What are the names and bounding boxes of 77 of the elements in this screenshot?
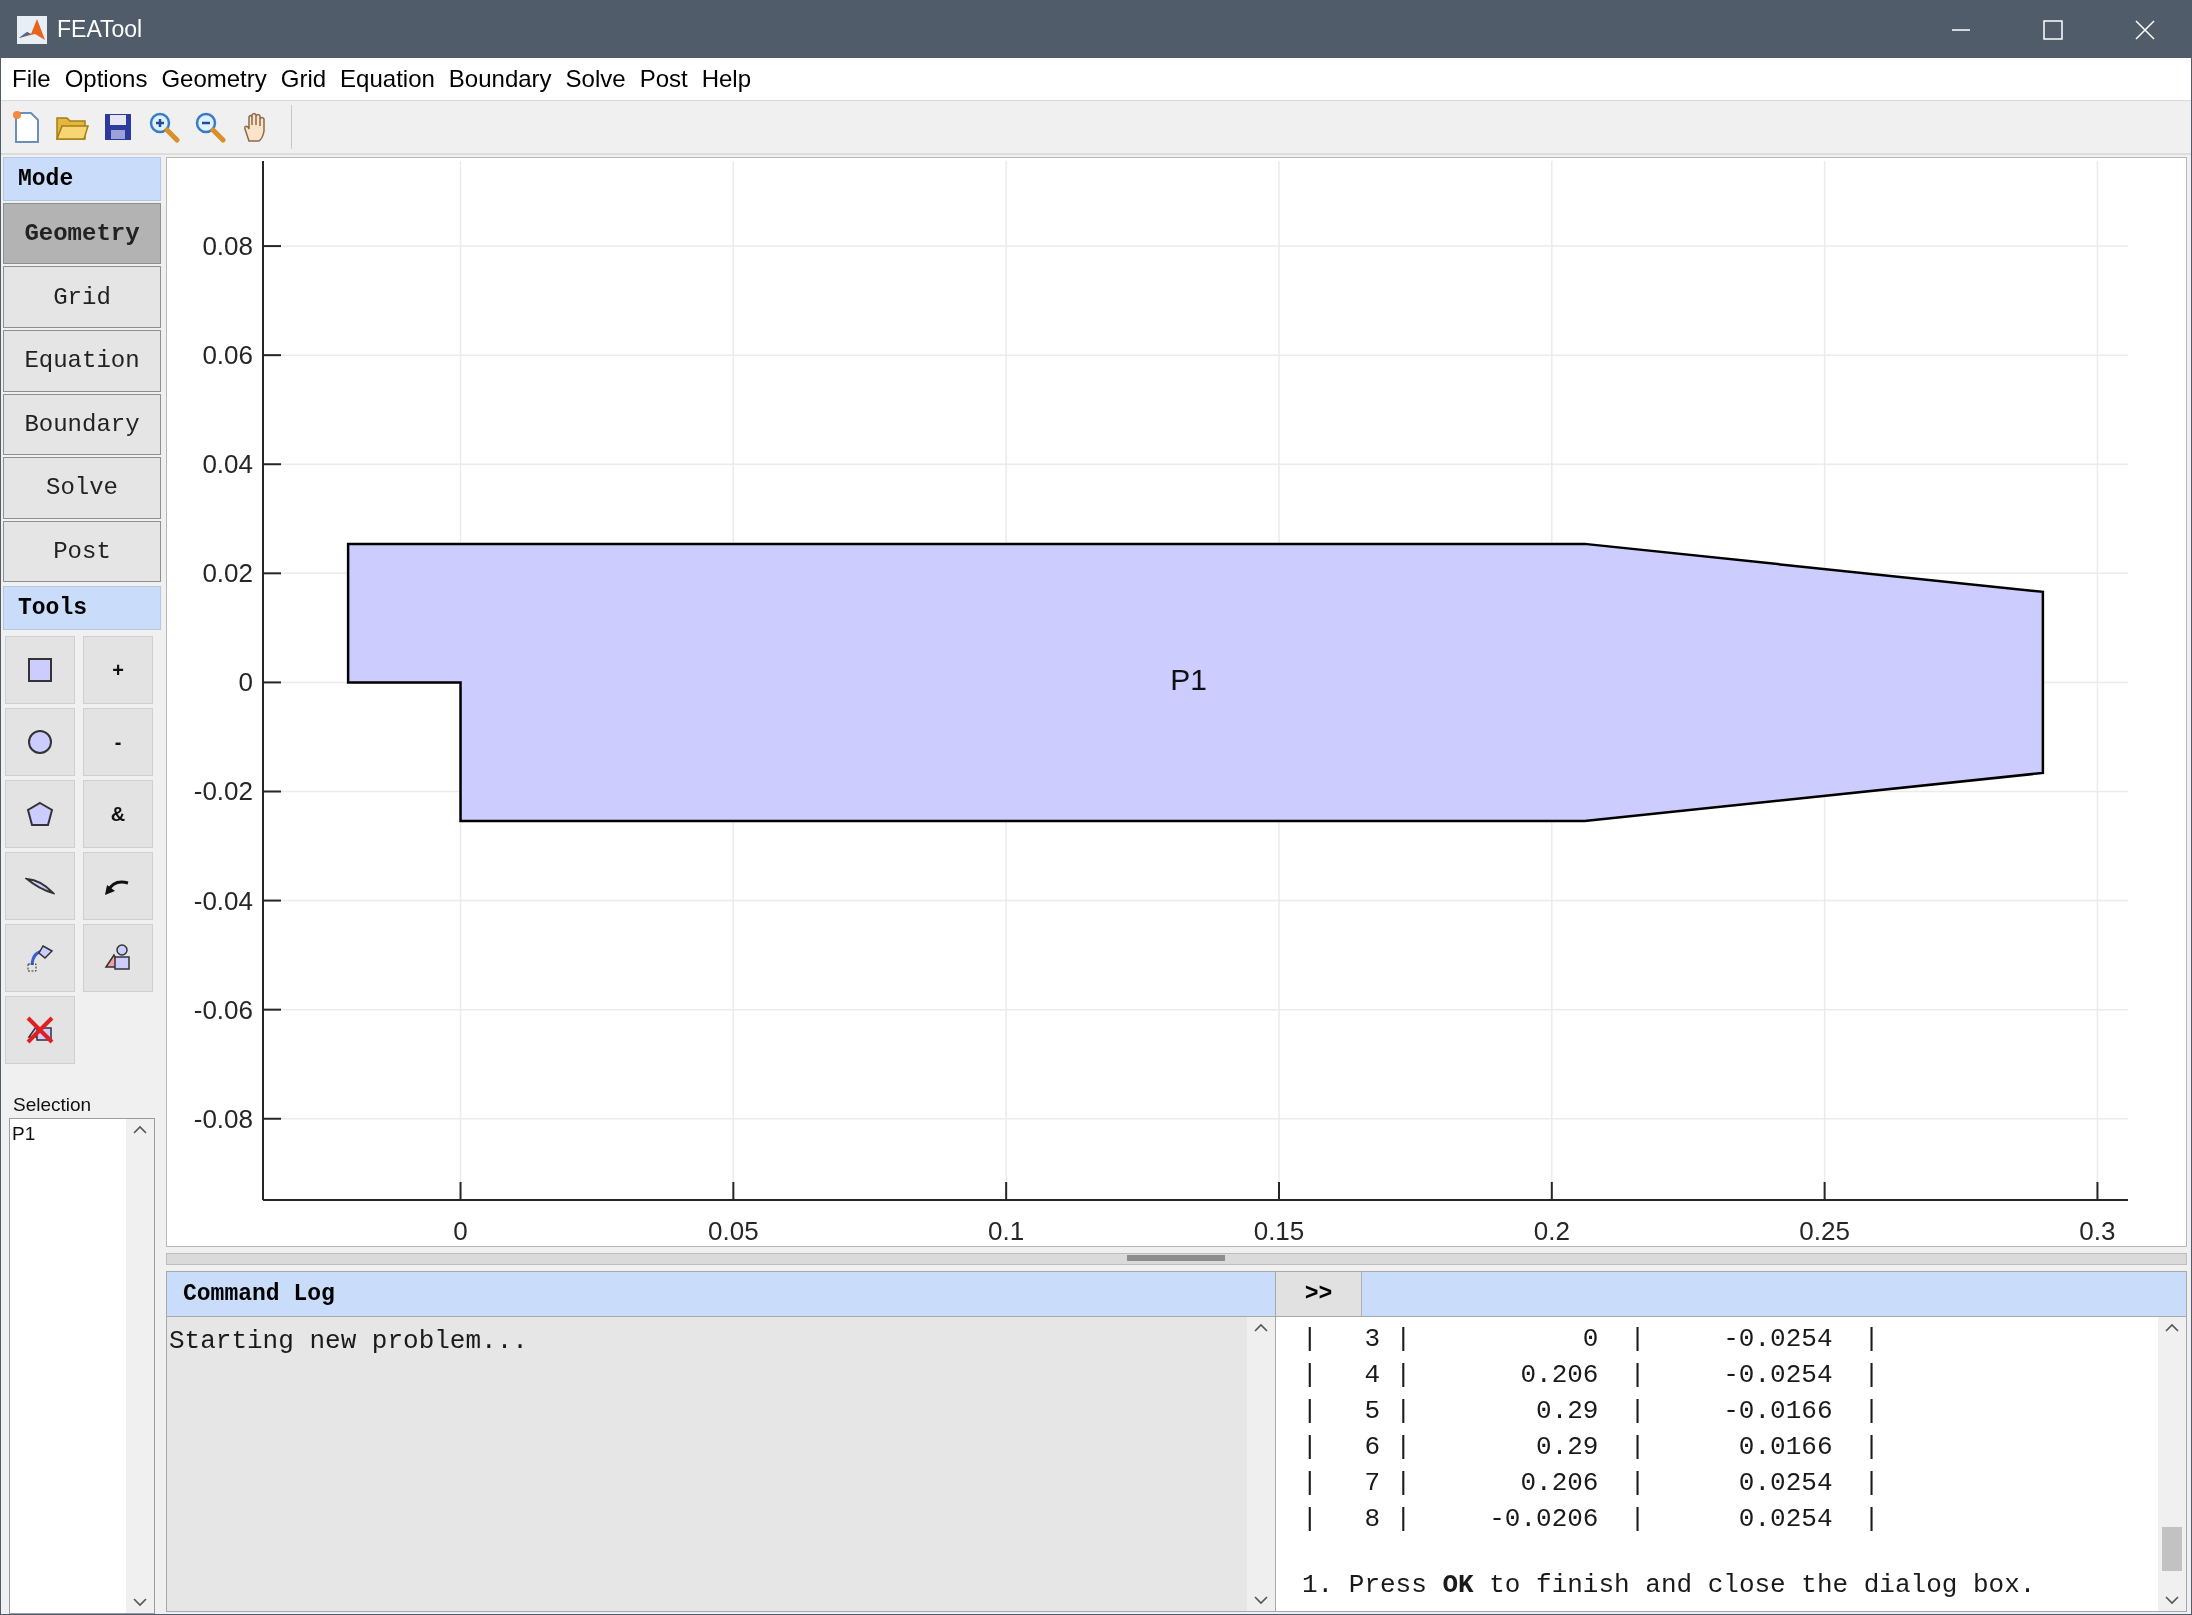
- menu-item[interactable]: Boundary: [441, 65, 559, 93]
- scroll-up-icon[interactable]: [1253, 1323, 1269, 1333]
- scroll-thumb[interactable]: [2162, 1527, 2182, 1571]
- app-icon: [17, 15, 47, 44]
- mode-header: Mode: [3, 157, 161, 201]
- menu-item[interactable]: Solve: [558, 65, 633, 93]
- y-tick-label: 0.02: [202, 558, 253, 589]
- maximize-icon[interactable]: [2043, 19, 2063, 40]
- output-line: | 6 | 0.29 | 0.0166 |: [1302, 1431, 1881, 1464]
- delete-shapes-icon: [25, 1015, 55, 1045]
- tools-header: Tools: [3, 586, 161, 630]
- polygon-label: P1: [1170, 662, 1207, 696]
- scroll-down-icon[interactable]: [132, 1597, 148, 1607]
- y-tick-label: -0.04: [193, 885, 253, 916]
- y-tick-label: 0.04: [202, 449, 253, 480]
- menu-item[interactable]: File: [5, 65, 58, 93]
- menu-item[interactable]: Options: [57, 65, 155, 93]
- x-tick-label: 0.05: [708, 1216, 759, 1244]
- x-tick-label: 0: [453, 1216, 468, 1244]
- output-line: | 7 | 0.206 | 0.0254 |: [1302, 1467, 1881, 1500]
- y-tick-label: 0.08: [202, 231, 253, 262]
- y-tick-label: -0.08: [193, 1103, 253, 1134]
- y-tick-label: 0.06: [202, 340, 253, 371]
- polygon-icon: [26, 801, 54, 827]
- x-tick-label: 0.3: [2079, 1216, 2116, 1244]
- selection-list[interactable]: P1: [9, 1118, 155, 1614]
- tool-button[interactable]: [5, 636, 75, 704]
- scroll-down-icon[interactable]: [1253, 1595, 1269, 1605]
- mode-button[interactable]: Solve: [3, 457, 161, 519]
- tool-button[interactable]: [5, 708, 75, 776]
- transform-icon: [25, 943, 55, 973]
- output-line: | 4 | 0.206 | -0.0254 |: [1302, 1359, 1881, 1392]
- mode-button[interactable]: Post: [3, 520, 161, 583]
- tool-button[interactable]: [83, 852, 153, 920]
- x-tick-label: 0.25: [1799, 1216, 1850, 1244]
- mode-button[interactable]: Geometry: [3, 202, 161, 265]
- menu-item[interactable]: Grid: [273, 65, 334, 93]
- tool-button[interactable]: &: [83, 780, 153, 848]
- menu-item[interactable]: Equation: [333, 65, 442, 93]
- expand-button[interactable]: >>: [1276, 1272, 1362, 1316]
- selection-item[interactable]: P1: [12, 1123, 124, 1145]
- output-line: | 8 | -0.0206 | 0.0254 |: [1302, 1503, 1881, 1536]
- menu-item[interactable]: Geometry: [154, 65, 274, 93]
- log-line: Starting new problem...: [169, 1325, 529, 1358]
- scroll-down-icon[interactable]: [2164, 1595, 2180, 1605]
- selection-label: Selection: [13, 1094, 93, 1116]
- scrollbar[interactable]: [126, 1119, 154, 1613]
- scrollbar[interactable]: [1247, 1317, 1275, 1611]
- x-tick-label: 0.1: [988, 1216, 1025, 1244]
- tool-button[interactable]: [83, 924, 153, 992]
- x-tick-label: 0.15: [1253, 1216, 1305, 1244]
- rectangle-icon: [27, 657, 53, 683]
- log-title: Command Log: [183, 1281, 335, 1307]
- scrollbar[interactable]: [2158, 1317, 2186, 1611]
- mode-button[interactable]: Boundary: [3, 393, 161, 456]
- menu-item[interactable]: Help: [694, 65, 759, 93]
- close-icon[interactable]: [2135, 19, 2155, 40]
- scroll-up-icon[interactable]: [132, 1125, 148, 1135]
- line-icon: [25, 876, 55, 896]
- output-message: 1. Press OK to finish and close the dialog box.: [1302, 1569, 2037, 1602]
- y-tick-label: -0.02: [193, 776, 253, 807]
- tool-button[interactable]: [5, 780, 75, 848]
- window-title: FEATool: [57, 16, 143, 43]
- y-tick-label: 0: [238, 667, 253, 698]
- menu-item[interactable]: Post: [632, 65, 695, 93]
- output-line: | 3 | 0 | -0.0254 |: [1302, 1323, 1881, 1356]
- mode-button[interactable]: Grid: [3, 266, 161, 328]
- y-tick-label: -0.06: [193, 994, 253, 1025]
- scroll-up-icon[interactable]: [2164, 1323, 2180, 1333]
- x-tick-label: 0.2: [1533, 1216, 1570, 1244]
- tool-button[interactable]: [5, 852, 75, 920]
- tool-button[interactable]: -: [83, 708, 153, 776]
- mode-button[interactable]: Equation: [3, 329, 161, 392]
- circle-icon: [27, 729, 53, 755]
- shapes-icon: [103, 943, 133, 973]
- output-line: | 5 | 0.29 | -0.0166 |: [1302, 1395, 1881, 1428]
- tool-button[interactable]: +: [83, 636, 153, 704]
